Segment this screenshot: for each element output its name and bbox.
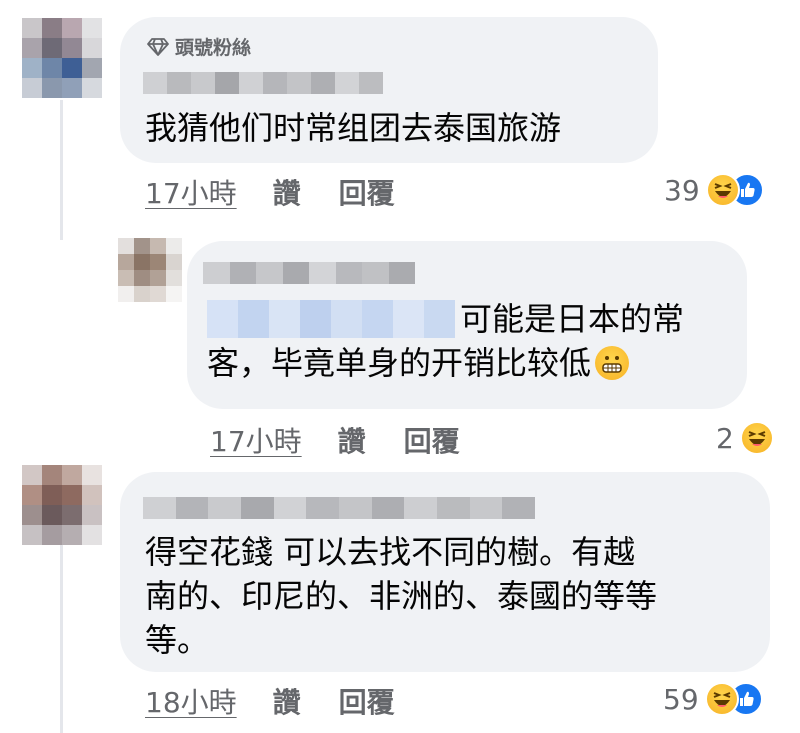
reaction-summary[interactable]: 2 — [716, 421, 774, 455]
avatar[interactable] — [118, 238, 182, 302]
author-name[interactable] — [143, 72, 383, 94]
grimacing-emoji-icon — [595, 346, 630, 380]
reaction-count: 2 — [716, 421, 734, 455]
like-button[interactable]: 讚 — [273, 681, 301, 721]
timestamp-link[interactable]: 17小時 — [145, 172, 237, 212]
comment-text: 得空花錢 可以去找不同的樹。有越 南的、印尼的、非洲的、泰國的等等 等。 — [145, 533, 658, 659]
thread-line — [60, 100, 63, 240]
diamond-icon — [147, 37, 169, 56]
thread-line — [60, 530, 63, 733]
badge-label: 頭號粉絲 — [175, 37, 252, 59]
haha-icon — [739, 421, 774, 455]
avatar[interactable] — [22, 465, 102, 545]
reply-button[interactable]: 回覆 — [404, 420, 460, 460]
reaction-count: 59 — [663, 682, 699, 716]
author-name[interactable] — [143, 497, 536, 519]
like-button[interactable]: 讚 — [338, 420, 366, 460]
timestamp-link[interactable]: 17小時 — [210, 420, 302, 460]
reaction-summary[interactable]: 59 — [663, 682, 763, 716]
haha-icon — [704, 682, 739, 716]
comment-actions: 18小時 讚 回覆 — [145, 681, 395, 721]
comment-actions: 17小時 讚 回覆 — [145, 172, 395, 212]
reply-button[interactable]: 回覆 — [339, 172, 395, 212]
haha-icon — [705, 173, 740, 207]
avatar[interactable] — [22, 18, 102, 98]
comment-text: 可能是日本的常 客，毕竟单身的开销比较低 — [207, 300, 685, 382]
reply-button[interactable]: 回覆 — [339, 681, 395, 721]
top-fan-badge: 頭號粉絲 — [147, 33, 251, 60]
like-button[interactable]: 讚 — [273, 172, 301, 212]
timestamp-link[interactable]: 18小時 — [145, 681, 237, 721]
author-name[interactable] — [203, 262, 415, 284]
reaction-summary[interactable]: 39 — [664, 173, 764, 207]
comment-actions: 17小時 讚 回覆 — [210, 420, 460, 460]
reaction-count: 39 — [664, 173, 700, 207]
comment-text: 我猜他们时常组团去泰国旅游 — [145, 109, 562, 147]
